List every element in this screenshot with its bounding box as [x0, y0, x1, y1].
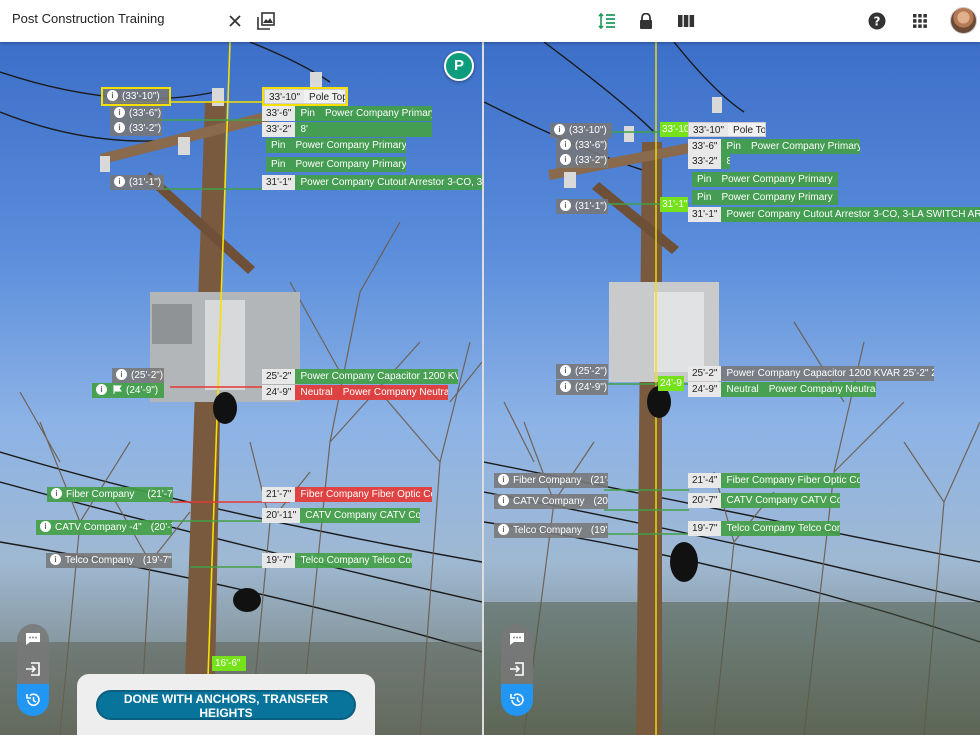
height-label[interactable]: i (24'-9"): [556, 380, 608, 395]
info-icon: i: [114, 175, 125, 187]
info-icon: i: [114, 106, 125, 118]
measurement-label[interactable]: 20'-7" CATV Company CATV Com: [688, 493, 840, 508]
attachment-label[interactable]: iFiber Company(21'-4"): [494, 473, 608, 488]
measurement-label[interactable]: 33'-2"8': [262, 122, 432, 137]
info-icon: i: [560, 364, 571, 376]
snapped-height-label[interactable]: 31'-1": [660, 197, 688, 212]
measurement-label[interactable]: 33'-6" Pin Power Company Primary: [262, 106, 432, 121]
info-icon: i: [498, 523, 509, 535]
measurement-label[interactable]: 25'-2" Power Company Capacitor 1200 KVAR …: [688, 366, 934, 381]
snapped-height-label[interactable]: 33'-10: [660, 122, 690, 137]
user-avatar[interactable]: [950, 7, 977, 34]
comment-icon[interactable]: [17, 624, 49, 654]
action-panel: DONE WITH ANCHORS, TRANSFER HEIGHTS: [77, 674, 375, 735]
info-icon: i: [116, 368, 127, 380]
height-label[interactable]: i (33'-6"): [556, 138, 608, 153]
info-icon: i: [498, 494, 509, 506]
measurement-label[interactable]: 21'-4" Fiber Company Fiber Optic Com: [688, 473, 860, 488]
measurement-label[interactable]: 33'-2"8': [688, 154, 730, 169]
info-icon: i: [50, 553, 61, 565]
measurement-label[interactable]: 31'-1" Power Company Cutout Arrestor 3-CO…: [688, 207, 980, 222]
help-icon[interactable]: ?: [864, 8, 890, 34]
comment-icon[interactable]: [501, 624, 533, 654]
measurement-label[interactable]: Pin Power Company Primary: [692, 172, 838, 187]
height-list-icon[interactable]: [594, 8, 620, 34]
right-photo-pane[interactable]: i (33'-10") i (33'-6") i (33'-2") i (31'-1")…: [484, 42, 980, 735]
attachment-label[interactable]: iTelco Company(19'-7"): [46, 553, 172, 568]
app-title: Post Construction Training: [12, 11, 165, 26]
history-icon[interactable]: [501, 684, 533, 716]
info-icon: i: [96, 383, 107, 395]
info-icon: i: [560, 153, 571, 165]
attachment-label[interactable]: iFiber Company(21'-7"): [47, 487, 173, 502]
measurement-label[interactable]: Pin Power Company Primary: [266, 157, 406, 172]
height-label[interactable]: i (25'-2"): [112, 368, 164, 383]
measurement-label[interactable]: 33'-6" Pin Power Company Primary: [688, 139, 860, 154]
left-photo-pane[interactable]: P i (33'-10") i (33'-6") i (33'-2") i (31'-1…: [0, 42, 482, 735]
height-label[interactable]: i (31'-1"): [110, 175, 164, 190]
ground-height-label[interactable]: 16'-6": [212, 656, 246, 671]
view-columns-icon[interactable]: [673, 8, 699, 34]
height-label[interactable]: i (25'-2"): [556, 364, 608, 379]
lock-icon[interactable]: [633, 8, 659, 34]
left-side-toolbar: [17, 624, 49, 716]
measurement-label[interactable]: Pin Power Company Primary: [692, 190, 838, 205]
height-label[interactable]: i (33'-10"): [101, 87, 171, 106]
height-label[interactable]: i (33'-6"): [110, 106, 162, 121]
project-badge[interactable]: P: [444, 51, 474, 81]
transfer-heights-button[interactable]: DONE WITH ANCHORS, TRANSFER HEIGHTS: [96, 690, 356, 720]
enter-icon[interactable]: [501, 654, 533, 684]
measurement-label[interactable]: 31'-1" Power Company Cutout Arrestor 3-CO…: [262, 175, 482, 190]
info-icon: i: [560, 138, 571, 150]
measurement-label[interactable]: 33'-10"Pole Top: [262, 87, 348, 106]
snapped-height-label[interactable]: 24'-9: [658, 376, 684, 391]
measurement-label[interactable]: 19'-7" Telco Company Telco Com: [262, 553, 412, 568]
measurement-label[interactable]: 33'-10"Pole Top: [688, 122, 766, 137]
measurement-label[interactable]: Pin Power Company Primary: [266, 138, 406, 153]
info-icon: i: [51, 487, 62, 499]
history-icon[interactable]: [17, 684, 49, 716]
apps-grid-icon[interactable]: [907, 8, 933, 34]
enter-icon[interactable]: [17, 654, 49, 684]
attachment-label[interactable]: iTelco Company(19'-7"): [494, 523, 608, 538]
height-label[interactable]: i (33'-2"): [556, 153, 608, 168]
flag-icon: [113, 384, 122, 394]
right-side-toolbar: [501, 624, 533, 716]
measurement-label[interactable]: 19'-7" Telco Company Telco Com: [688, 521, 840, 536]
measurement-label[interactable]: 25'-2" Power Company Capacitor 1200 KVAR: [262, 369, 458, 384]
measurement-label[interactable]: 21'-7" Fiber Company Fiber Optic Com: [262, 487, 432, 502]
info-icon: i: [554, 123, 565, 135]
info-icon: i: [560, 199, 571, 211]
info-icon: i: [560, 380, 571, 392]
photo-library-icon[interactable]: [253, 8, 279, 34]
measurement-label[interactable]: 24'-9" Neutral Power Company Neutral: [688, 382, 876, 397]
height-label[interactable]: i (31'-1"): [556, 199, 608, 214]
info-icon: i: [40, 520, 51, 532]
info-icon: i: [114, 121, 125, 133]
measurement-label[interactable]: 20'-11" CATV Company CATV Com: [262, 508, 420, 523]
svg-text:?: ?: [874, 15, 881, 29]
app-bar: Post Construction Training ?: [0, 0, 980, 42]
info-icon: i: [107, 89, 118, 101]
height-label-flagged[interactable]: i (24'-9"): [92, 383, 164, 398]
info-icon: i: [498, 473, 509, 485]
measurement-label[interactable]: 24'-9" Neutral Power Company Neutral: [262, 385, 448, 400]
height-label[interactable]: i (33'-10"): [550, 123, 612, 138]
attachment-label[interactable]: iCATV Company -4"(20'-7"): [36, 520, 172, 535]
height-label[interactable]: i (33'-2"): [110, 121, 162, 136]
attachment-label[interactable]: iCATV Company(20'-7"): [494, 494, 608, 509]
close-icon[interactable]: [222, 8, 248, 34]
